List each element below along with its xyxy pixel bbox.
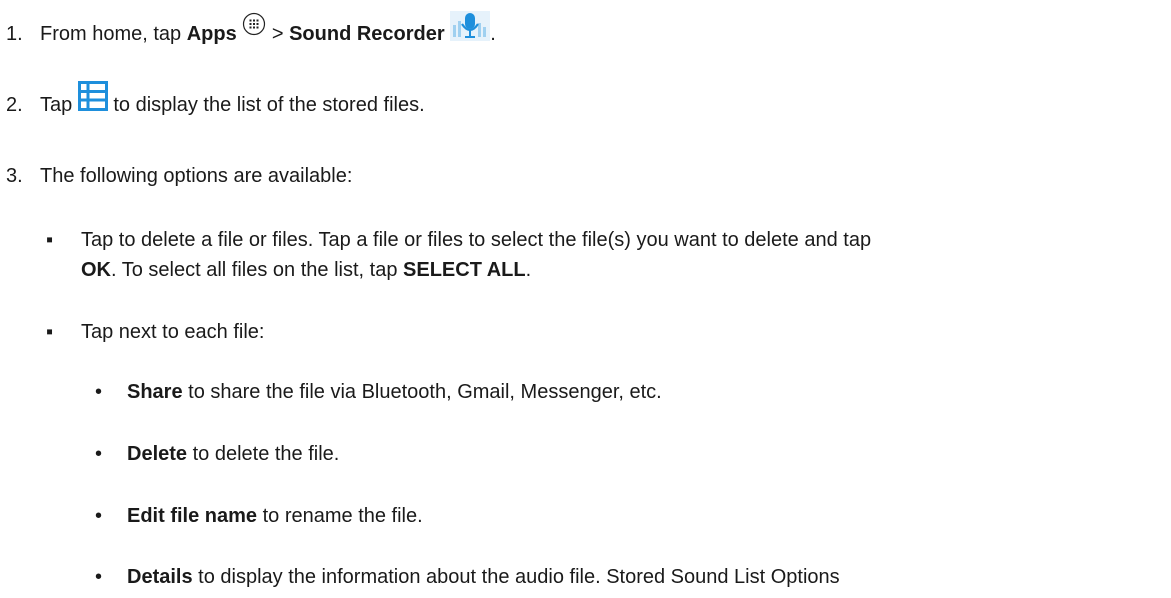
step-text: The following options are available: <box>40 165 353 187</box>
step-number: 2. <box>6 94 23 116</box>
step-text: Tap to display the list of the stored fi… <box>40 80 425 119</box>
apps-label: Apps <box>186 23 237 45</box>
sub-item-term: Details <box>127 566 193 588</box>
ok-label: OK <box>81 259 111 281</box>
dot-bullet: • <box>95 566 103 588</box>
sound-recorder-mic-icon <box>450 10 491 49</box>
list-icon <box>77 80 108 119</box>
step-text: From home, tap Apps > Sound Recorder . <box>40 10 496 49</box>
dot-bullet: • <box>95 443 103 465</box>
sub-item-term: Edit file name <box>127 505 258 527</box>
sub-item-term: Delete <box>127 443 188 465</box>
sub-item-desc: to delete the file. <box>187 443 340 465</box>
select-all-label: SELECT ALL <box>403 259 526 281</box>
option-text: Tap to delete a file or files. Tap a fil… <box>81 229 872 251</box>
sound-recorder-label: Sound Recorder <box>289 23 445 45</box>
step-number: 3. <box>6 165 23 187</box>
apps-grid-icon <box>242 12 266 44</box>
step-number: 1. <box>6 23 23 45</box>
sub-item-desc: to rename the file. <box>257 505 423 527</box>
dot-bullet: • <box>95 505 103 527</box>
option-text: Tap next to each file: <box>81 321 265 343</box>
option-text: OK. To select all files on the list, tap… <box>81 259 532 281</box>
square-bullet: ▪ <box>46 229 54 251</box>
dot-bullet: • <box>95 381 103 403</box>
sub-item-term: Share <box>127 381 183 403</box>
square-bullet: ▪ <box>46 321 54 343</box>
sub-item-desc: to display the information about the aud… <box>192 566 840 588</box>
sub-item-desc: to share the file via Bluetooth, Gmail, … <box>182 381 662 403</box>
